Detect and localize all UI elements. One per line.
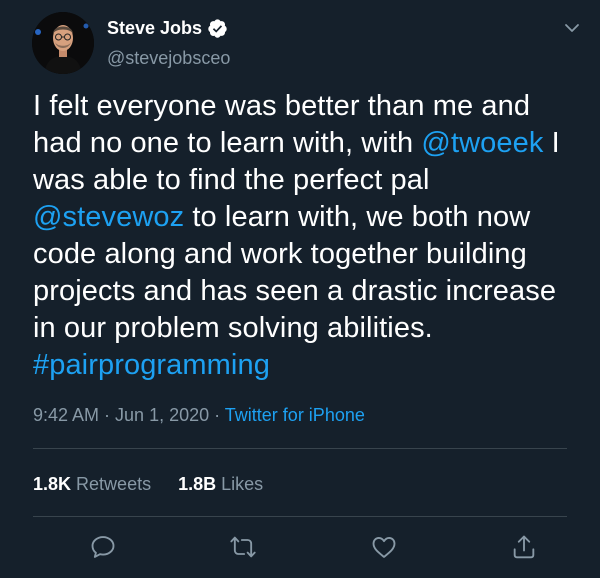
avatar[interactable]	[32, 12, 94, 74]
tweet-time[interactable]: 9:42 AM	[33, 405, 99, 425]
tweet-text-segment: to learn with, we both now	[184, 201, 531, 233]
heart-icon[interactable]	[370, 533, 398, 561]
tweet-date[interactable]: Jun 1, 2020	[115, 405, 209, 425]
tweet-text-segment: had no one to learn with, with	[33, 127, 422, 159]
tweet-text-segment: projects and has seen a drastic increase	[33, 275, 557, 307]
tweet-actions	[0, 527, 600, 567]
author-name-row[interactable]: Steve Jobs	[107, 16, 228, 40]
tweet-text-line: I felt everyone was better than me and	[33, 88, 589, 125]
tweet-card: Steve Jobs @stevejobsceo I felt everyone…	[0, 0, 600, 578]
tweet-text-segment: was able to find the perfect pal	[33, 164, 430, 196]
retweets-stat[interactable]: 1.8K Retweets	[33, 474, 151, 494]
retweet-icon[interactable]	[229, 533, 257, 561]
tweet-text-segment: in our problem solving abilities.	[33, 312, 433, 344]
hashtag-link[interactable]: #pairprogramming	[33, 349, 270, 381]
tweet-text-line: @stevewoz to learn with, we both now	[33, 199, 589, 236]
author-display-name[interactable]: Steve Jobs	[107, 16, 202, 40]
share-icon[interactable]	[510, 533, 538, 561]
tweet-text-line: code along and work together building	[33, 236, 589, 273]
tweet-text-line: #pairprogramming	[33, 347, 589, 384]
reply-icon[interactable]	[89, 533, 117, 561]
mention-link[interactable]: @stevewoz	[33, 201, 184, 233]
chevron-down-icon[interactable]	[562, 18, 582, 38]
avatar-photo	[32, 12, 94, 74]
likes-label: Likes	[221, 474, 264, 494]
tweet-text-segment: I felt everyone was better than me and	[33, 90, 531, 122]
tweet-text-line: was able to find the perfect pal	[33, 162, 589, 199]
meta-separator: ·	[209, 405, 225, 425]
author-handle[interactable]: @stevejobsceo	[107, 46, 230, 70]
tweet-text: I felt everyone was better than me and ha…	[33, 88, 589, 384]
tweet-source-link[interactable]: Twitter for iPhone	[225, 405, 365, 425]
tweet-text-segment: code along and work together building	[33, 238, 527, 270]
mention-link[interactable]: @twoeek	[421, 127, 543, 159]
likes-count: 1.8B	[178, 474, 217, 494]
tweet-text-segment: I	[543, 127, 560, 159]
likes-stat[interactable]: 1.8B Likes	[178, 474, 263, 494]
tweet-stats: 1.8K Retweets 1.8B Likes	[33, 472, 263, 496]
tweet-text-line: in our problem solving abilities.	[33, 310, 589, 347]
divider	[33, 516, 567, 517]
verified-badge-icon	[207, 18, 228, 39]
tweet-meta: 9:42 AM · Jun 1, 2020 · Twitter for iPho…	[33, 403, 365, 427]
retweets-count: 1.8K	[33, 474, 72, 494]
divider	[33, 448, 567, 449]
tweet-text-line: had no one to learn with, with @twoeek I	[33, 125, 589, 162]
tweet-text-line: projects and has seen a drastic increase	[33, 273, 589, 310]
retweets-label: Retweets	[76, 474, 152, 494]
meta-separator: ·	[99, 405, 116, 425]
